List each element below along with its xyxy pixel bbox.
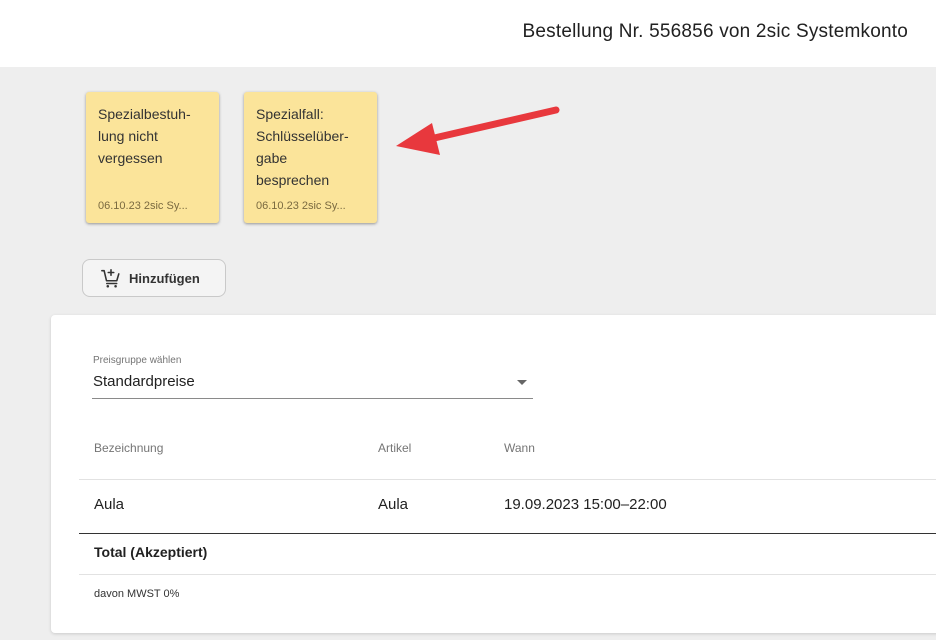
- order-card: Preisgruppe wählen Standardpreise Bezeic…: [51, 315, 936, 633]
- add-button-label: Hinzufügen: [129, 270, 200, 286]
- red-arrow-icon: [396, 106, 560, 155]
- price-group-label: Preisgruppe wählen: [93, 355, 182, 366]
- note-meta: 06.10.23 2sic Sy...: [256, 200, 346, 212]
- table-cell-wann: 19.09.2023 15:00–22:00: [504, 496, 667, 513]
- table-divider: [79, 574, 936, 575]
- total-label: Total (Akzeptiert): [94, 544, 208, 560]
- caret-down-icon: [517, 380, 527, 385]
- sticky-note[interactable]: Spezialfall: Schlüsselüber- gabe besprec…: [244, 92, 377, 223]
- price-group-select[interactable]: Preisgruppe wählen Standardpreise: [92, 354, 533, 399]
- column-header-wann: Wann: [504, 441, 535, 455]
- total-divider: [79, 533, 936, 534]
- note-text: Spezialbestuh- lung nicht vergessen: [98, 106, 191, 166]
- table-cell-artikel: Aula: [378, 496, 409, 513]
- note-meta: 06.10.23 2sic Sy...: [98, 200, 188, 212]
- column-header-bezeichnung: Bezeichnung: [94, 441, 164, 455]
- cart-plus-icon: [101, 268, 120, 288]
- tax-label: davon MWST 0%: [94, 588, 180, 600]
- column-header-artikel: Artikel: [378, 441, 412, 455]
- note-text: Spezialfall: Schlüsselüber- gabe besprec…: [256, 106, 349, 188]
- price-group-value: Standardpreise: [93, 373, 195, 390]
- page-header: Bestellung Nr. 556856 von 2sic Systemkon…: [0, 0, 936, 67]
- add-button[interactable]: Hinzufügen: [82, 259, 226, 297]
- table-cell-bezeichnung: Aula: [94, 496, 125, 513]
- table-divider: [79, 479, 936, 480]
- sticky-note[interactable]: Spezialbestuh- lung nicht vergessen 06.1…: [86, 92, 219, 223]
- page-title: Bestellung Nr. 556856 von 2sic Systemkon…: [522, 21, 908, 42]
